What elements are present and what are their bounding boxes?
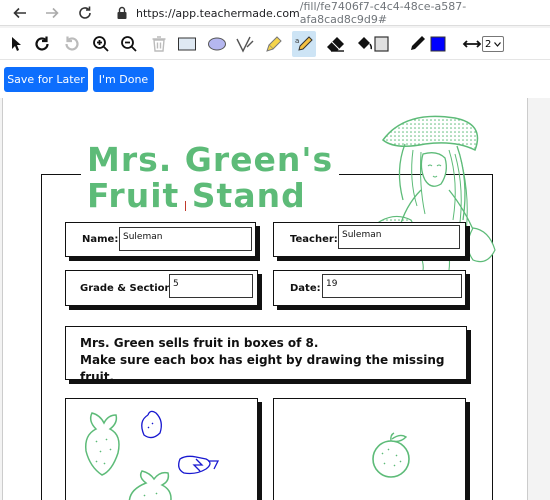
check-tool[interactable]	[233, 31, 257, 57]
instructions-text: Mrs. Green sells fruit in boxes of 8. Ma…	[80, 335, 460, 386]
orange-icon	[372, 432, 410, 478]
date-label: Date:	[290, 283, 321, 294]
zoom-in-icon	[93, 36, 109, 52]
name-box: Name: Suleman	[65, 222, 256, 257]
ellipse-icon	[208, 37, 226, 51]
date-input[interactable]: 19	[322, 274, 462, 298]
teacher-box: Teacher: Suleman	[273, 222, 466, 257]
fill-tool[interactable]	[352, 31, 392, 57]
zoom-in-tool[interactable]	[89, 31, 113, 57]
lock-icon	[117, 6, 127, 19]
stroke-width-tool[interactable]	[460, 31, 484, 57]
paint-bucket-icon	[358, 36, 389, 52]
url-host: https://app.teachermade.com	[136, 6, 300, 20]
cursor-arrow-icon	[12, 37, 21, 51]
rectangle-icon	[178, 37, 196, 51]
highlighter-tool[interactable]	[262, 31, 286, 57]
undo-icon	[35, 36, 49, 51]
zoom-out-icon	[121, 36, 137, 52]
zoom-out-tool[interactable]	[117, 31, 141, 57]
instructions-box: Mrs. Green sells fruit in boxes of 8. Ma…	[65, 326, 467, 384]
delete-tool[interactable]	[147, 31, 171, 57]
back-button[interactable]	[10, 3, 30, 23]
blue-scribble	[141, 410, 162, 439]
fruit-box-right-drawing	[372, 432, 410, 478]
instruction-line-2: Make sure each box has eight by drawing …	[80, 353, 445, 384]
grade-label: Grade & Section:	[80, 283, 176, 294]
reload-button[interactable]	[75, 3, 95, 23]
strawberry-icon	[84, 412, 120, 476]
teacher-input[interactable]: Suleman	[338, 225, 460, 249]
stroke-width-select[interactable]: 2	[482, 36, 504, 52]
rectangle-tool[interactable]	[175, 31, 199, 57]
fruit-box-right[interactable]	[273, 398, 466, 500]
undo-tool[interactable]	[30, 31, 54, 57]
redo-tool[interactable]	[60, 31, 84, 57]
pen-tool[interactable]	[408, 31, 448, 57]
ellipse-tool[interactable]	[205, 31, 229, 57]
browser-bar: https://app.teachermade.com/fill/fe7406f…	[0, 0, 550, 26]
horizontal-arrows-icon	[462, 40, 482, 48]
forward-arrow-icon	[46, 7, 59, 19]
address-bar[interactable]: https://app.teachermade.com/fill/fe7406f…	[136, 0, 550, 26]
eraser-tool[interactable]	[324, 31, 348, 57]
redo-icon	[65, 36, 79, 51]
select-tool[interactable]	[4, 31, 28, 57]
strawberry-icon	[128, 470, 172, 500]
worksheet-title-line2: Fruit Stand	[81, 176, 312, 215]
text-tool[interactable]: a	[292, 31, 316, 57]
teacher-label: Teacher:	[290, 234, 338, 245]
fruit-box-left-drawing	[84, 410, 220, 500]
forward-button[interactable]	[42, 3, 62, 23]
name-label: Name:	[82, 234, 119, 245]
done-button[interactable]: I'm Done	[93, 67, 154, 92]
back-arrow-icon	[13, 7, 26, 19]
stroke-width-value: 2	[485, 38, 492, 50]
drawing-toolbar: a 2	[0, 28, 550, 60]
url-path: /fill/fe7406f7-c4c4-48ce-a587-afa8cad8c9…	[299, 0, 467, 26]
worksheet-title-line1: Mrs. Green's	[81, 140, 340, 179]
highlighter-icon	[266, 36, 282, 52]
action-bar: Save for Later I'm Done	[0, 60, 550, 98]
fruit-box-left[interactable]	[65, 398, 258, 500]
grade-input[interactable]: 5	[169, 274, 253, 298]
instruction-line-1: Mrs. Green sells fruit in boxes of 8.	[80, 336, 319, 350]
date-box: Date: 19	[273, 270, 466, 306]
checkmark-icon	[236, 36, 254, 53]
pencil-text-icon: a	[295, 36, 313, 51]
svg-text:a: a	[295, 37, 299, 45]
grade-box: Grade & Section: 5	[65, 270, 258, 306]
blue-scribble	[178, 455, 220, 475]
worksheet-canvas[interactable]: Mrs. Green's Fruit Stand Name: Suleman T…	[0, 98, 550, 500]
reload-icon	[79, 6, 91, 19]
worksheet-page: Mrs. Green's Fruit Stand Name: Suleman T…	[2, 98, 528, 500]
save-for-later-button[interactable]: Save for Later	[4, 67, 88, 92]
pen-color-icon	[411, 36, 446, 52]
name-input[interactable]: Suleman	[119, 227, 252, 251]
chevron-down-icon	[494, 41, 501, 47]
trash-icon	[152, 36, 166, 52]
eraser-icon	[327, 37, 344, 52]
text-cursor	[185, 201, 186, 211]
